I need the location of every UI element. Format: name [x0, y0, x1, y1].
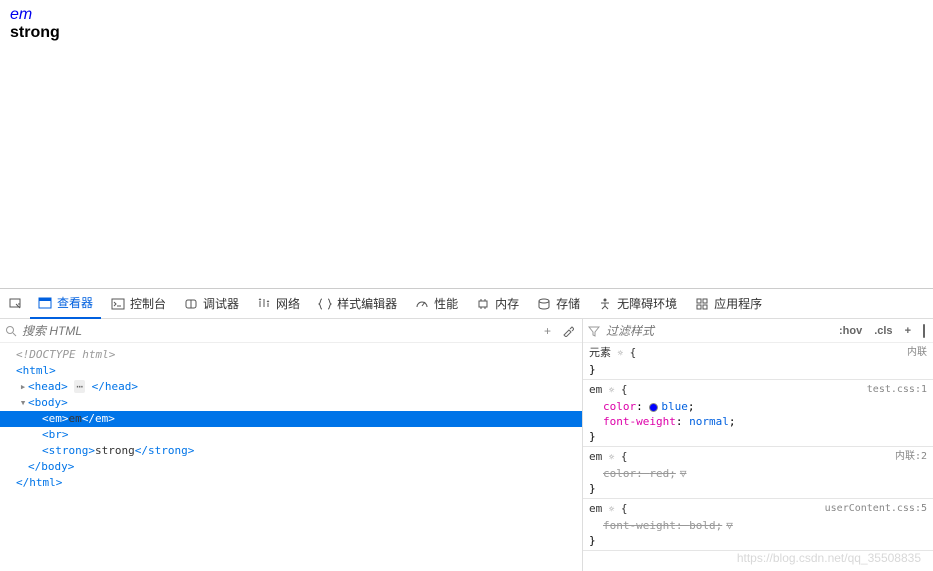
dom-search-input[interactable]	[22, 324, 536, 338]
tab-storage[interactable]: 存储	[529, 289, 588, 319]
print-media-button[interactable]	[920, 325, 928, 337]
gear-icon: ☼	[609, 386, 614, 396]
dom-body-open[interactable]: ▾<body>	[0, 395, 582, 411]
css-property[interactable]: color: blue;	[589, 399, 927, 414]
debugger-icon	[184, 297, 198, 311]
styles-filter-input[interactable]	[606, 324, 830, 338]
memory-icon	[476, 297, 490, 311]
rules-list: 内联 元素 ☼ { } test.css:1 em ☼ { color: blu…	[583, 343, 933, 571]
dom-html-open[interactable]: <html>	[0, 363, 582, 379]
dom-pane: + <!DOCTYPE html> <html> ▸<head> ⋯ </hea…	[0, 319, 583, 571]
twisty-icon[interactable]: ▸	[18, 379, 28, 395]
styles-pane: :hov .cls + 内联 元素 ☼ { } test.css:1 em ☼ …	[583, 319, 933, 571]
gear-icon: ☼	[609, 505, 614, 515]
picker-icon	[9, 297, 23, 311]
rule-test-css[interactable]: test.css:1 em ☼ { color: blue; font-weig…	[583, 380, 933, 447]
new-rule-button[interactable]: +	[902, 325, 914, 337]
filter-icon	[588, 325, 600, 337]
rule-inline-2[interactable]: 内联:2 em ☼ { color: red;▽ }	[583, 447, 933, 499]
tab-accessibility[interactable]: 无障碍环境	[590, 289, 685, 319]
dom-em-element[interactable]: <em>em</em>	[0, 411, 582, 427]
tab-memory[interactable]: 内存	[468, 289, 527, 319]
network-icon	[257, 297, 271, 311]
console-icon	[111, 297, 125, 311]
rendered-page: em strong	[0, 0, 933, 288]
page-strong-text: strong	[10, 24, 60, 41]
inspector-icon	[38, 296, 52, 310]
tab-debugger[interactable]: 调试器	[176, 289, 247, 319]
filter-icon[interactable]: ▽	[722, 519, 733, 532]
css-property-overridden[interactable]: font-weight: bold;▽	[589, 518, 927, 533]
styles-toolbar: :hov .cls +	[583, 319, 933, 343]
dom-body-close[interactable]: </body>	[0, 459, 582, 475]
style-editor-icon	[318, 297, 332, 311]
filter-icon[interactable]: ▽	[676, 467, 687, 480]
css-property-overridden[interactable]: color: red;▽	[589, 466, 927, 481]
rule-usercontent[interactable]: userContent.css:5 em ☼ { font-weight: bo…	[583, 499, 933, 551]
search-icon	[5, 325, 17, 337]
gear-icon: ☼	[609, 453, 614, 463]
element-picker-button[interactable]	[4, 289, 28, 319]
gear-icon: ☼	[618, 349, 623, 359]
tab-inspector[interactable]: 查看器	[30, 289, 101, 319]
accessibility-icon	[598, 297, 612, 311]
tab-console[interactable]: 控制台	[103, 289, 174, 319]
devtools-tabbar: 查看器 控制台 调试器 网络 样式编辑器 性能 内存 存储	[0, 289, 933, 319]
devtools-body: + <!DOCTYPE html> <html> ▸<head> ⋯ </hea…	[0, 319, 933, 571]
tab-network[interactable]: 网络	[249, 289, 308, 319]
rule-source[interactable]: 内联	[907, 345, 927, 360]
tab-application[interactable]: 应用程序	[687, 289, 770, 319]
cls-toggle[interactable]: .cls	[871, 325, 895, 337]
performance-icon	[415, 297, 429, 311]
eyedropper-button[interactable]	[559, 325, 577, 337]
add-element-button[interactable]: +	[541, 324, 554, 338]
css-property[interactable]: font-weight: normal;	[589, 414, 927, 429]
rule-inline[interactable]: 内联 元素 ☼ { }	[583, 343, 933, 380]
hov-toggle[interactable]: :hov	[836, 325, 865, 337]
dom-br-element[interactable]: <br>	[0, 427, 582, 443]
dom-tree[interactable]: <!DOCTYPE html> <html> ▸<head> ⋯ </head>…	[0, 343, 582, 571]
dom-head[interactable]: ▸<head> ⋯ </head>	[0, 379, 582, 395]
rule-source-link[interactable]: 内联:2	[895, 449, 927, 464]
rule-source-link[interactable]: test.css:1	[867, 382, 927, 397]
dom-search-bar: +	[0, 319, 582, 343]
color-swatch[interactable]	[649, 403, 658, 412]
dom-strong-element[interactable]: <strong>strong</strong>	[0, 443, 582, 459]
tab-performance[interactable]: 性能	[407, 289, 466, 319]
storage-icon	[537, 297, 551, 311]
twisty-icon[interactable]: ▾	[18, 395, 28, 411]
application-icon	[695, 297, 709, 311]
tab-style-editor[interactable]: 样式编辑器	[310, 289, 405, 319]
page-em-text: em	[10, 6, 32, 23]
rule-source-link[interactable]: userContent.css:5	[825, 501, 927, 516]
devtools-panel: 查看器 控制台 调试器 网络 样式编辑器 性能 内存 存储	[0, 288, 933, 571]
dom-html-close[interactable]: </html>	[0, 475, 582, 491]
dom-doctype[interactable]: <!DOCTYPE html>	[0, 347, 582, 363]
